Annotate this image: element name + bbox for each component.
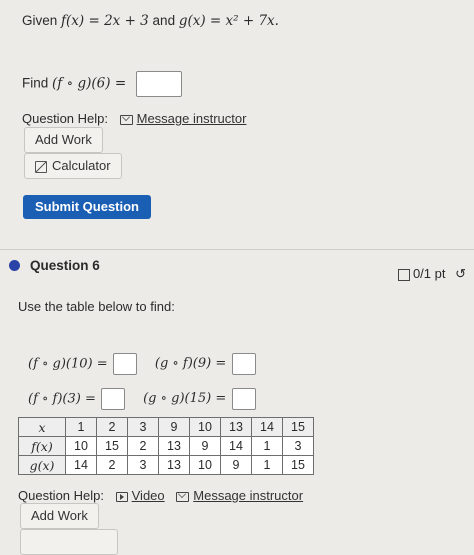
q5-calculator-label: Calculator xyxy=(52,158,111,173)
table-cell: 14 xyxy=(220,436,252,456)
q5-message-link-text: Message instructor xyxy=(136,111,247,126)
table-header-row: x 1 2 3 9 10 13 14 15 xyxy=(18,417,314,437)
envelope-icon xyxy=(119,114,133,125)
q6-instructions: Use the table below to find: xyxy=(18,299,175,314)
table-cell: 3 xyxy=(282,436,314,456)
q5-help-label: Question Help: xyxy=(22,111,108,126)
q6-add-work-button[interactable]: Add Work xyxy=(20,503,99,529)
q5-add-work-button[interactable]: Add Work xyxy=(24,127,103,153)
table-cell: 1 xyxy=(251,436,283,456)
table-header-cell: 1 xyxy=(65,417,97,437)
q5-help-row: Question Help: Message instructor xyxy=(22,111,246,126)
q6-row-1: (f ∘ g)(10) = (g ∘ f)(9) = xyxy=(28,353,256,375)
calculator-icon xyxy=(35,160,47,173)
q6-answer-1-input[interactable] xyxy=(113,353,138,375)
table-header-cell: 14 xyxy=(251,417,283,437)
table-header-cell: 13 xyxy=(220,417,252,437)
q5-given-g: g(x) = x² + 7x. xyxy=(178,13,279,29)
q6-answer-2-input[interactable] xyxy=(231,353,256,375)
table-cell: 13 xyxy=(158,436,190,456)
table-cell: 10 xyxy=(189,455,221,475)
page: Given f(x) = 2x + 3 and g(x) = x² + 7x. … xyxy=(0,0,474,555)
table-cell: 1 xyxy=(251,455,283,475)
q6-answer-3-input[interactable] xyxy=(101,388,126,410)
q5-given-f: f(x) = 2x + 3 xyxy=(61,13,149,29)
table-cell: 9 xyxy=(189,436,221,456)
envelope-icon xyxy=(176,491,190,502)
q6-video-link-text: Video xyxy=(131,488,165,503)
q6-expr-1: (f ∘ g)(10) = xyxy=(28,356,108,372)
q6-next-button-partial[interactable] xyxy=(20,529,118,555)
q6-points-label: 0/1 pt xyxy=(412,266,446,281)
submit-question-button[interactable]: Submit Question xyxy=(23,195,151,219)
q6-expr-3: (f ∘ f)(3) = xyxy=(28,391,96,407)
table-cell: 2 xyxy=(96,455,128,475)
q6-expr-4: (g ∘ g)(15) = xyxy=(143,391,227,407)
retry-icon[interactable]: ↺ xyxy=(455,266,466,281)
table-cell: 3 xyxy=(127,455,159,475)
table-cell: 15 xyxy=(282,455,314,475)
q5-message-instructor-link[interactable]: Message instructor xyxy=(119,111,247,126)
table-g-row: g(x) 14 2 3 13 10 9 1 15 xyxy=(18,455,314,475)
table-header-cell: 10 xyxy=(189,417,221,437)
table-g-label: g(x) xyxy=(18,455,66,475)
table-header-cell: 15 xyxy=(282,417,314,437)
table-x-label: x xyxy=(18,417,66,437)
q5-find-line: Find (f ∘ g)(6) = xyxy=(22,71,182,97)
q6-row-2: (f ∘ f)(3) = (g ∘ g)(15) = xyxy=(28,388,256,410)
q6-message-link-text: Message instructor xyxy=(193,488,304,503)
q6-video-link[interactable]: Video xyxy=(115,488,169,503)
question-divider xyxy=(0,249,474,250)
q6-message-instructor-link[interactable]: Message instructor xyxy=(176,488,303,503)
table-cell: 13 xyxy=(158,455,190,475)
table-cell: 10 xyxy=(65,436,97,456)
q6-help-row: Question Help: Video Message instructor xyxy=(18,488,303,503)
q6-help-label: Question Help: xyxy=(18,488,104,503)
q5-given-and: and xyxy=(152,13,176,28)
q5-answer-input[interactable] xyxy=(135,71,182,97)
table-f-label: f(x) xyxy=(18,436,66,456)
checkbox-icon xyxy=(397,268,410,281)
question-status-dot xyxy=(9,260,20,271)
q6-expr-2: (g ∘ f)(9) = xyxy=(154,356,227,372)
q5-given-line: Given f(x) = 2x + 3 and g(x) = x² + 7x. xyxy=(22,13,279,29)
q5-find-label: Find xyxy=(22,75,49,91)
q5-given-prefix: Given xyxy=(22,13,58,28)
table-cell: 15 xyxy=(96,436,128,456)
q5-find-expr: (f ∘ g)(6) = xyxy=(52,75,127,92)
table-header-cell: 9 xyxy=(158,417,190,437)
function-table: x 1 2 3 9 10 13 14 15 f(x) 10 15 2 13 9 14 1 3 g(x) 14 2 3 1… xyxy=(18,417,314,475)
table-cell: 9 xyxy=(220,455,252,475)
q6-points: 0/1 pt ↺ xyxy=(397,266,466,282)
q6-title: Question 6 xyxy=(30,258,100,273)
table-f-row: f(x) 10 15 2 13 9 14 1 3 xyxy=(18,436,314,456)
table-header-cell: 2 xyxy=(96,417,128,437)
video-icon xyxy=(115,491,128,502)
q5-calculator-button[interactable]: Calculator xyxy=(24,153,122,179)
table-cell: 14 xyxy=(65,455,97,475)
q6-answer-4-input[interactable] xyxy=(231,388,256,410)
table-cell: 2 xyxy=(127,436,159,456)
table-header-cell: 3 xyxy=(127,417,159,437)
